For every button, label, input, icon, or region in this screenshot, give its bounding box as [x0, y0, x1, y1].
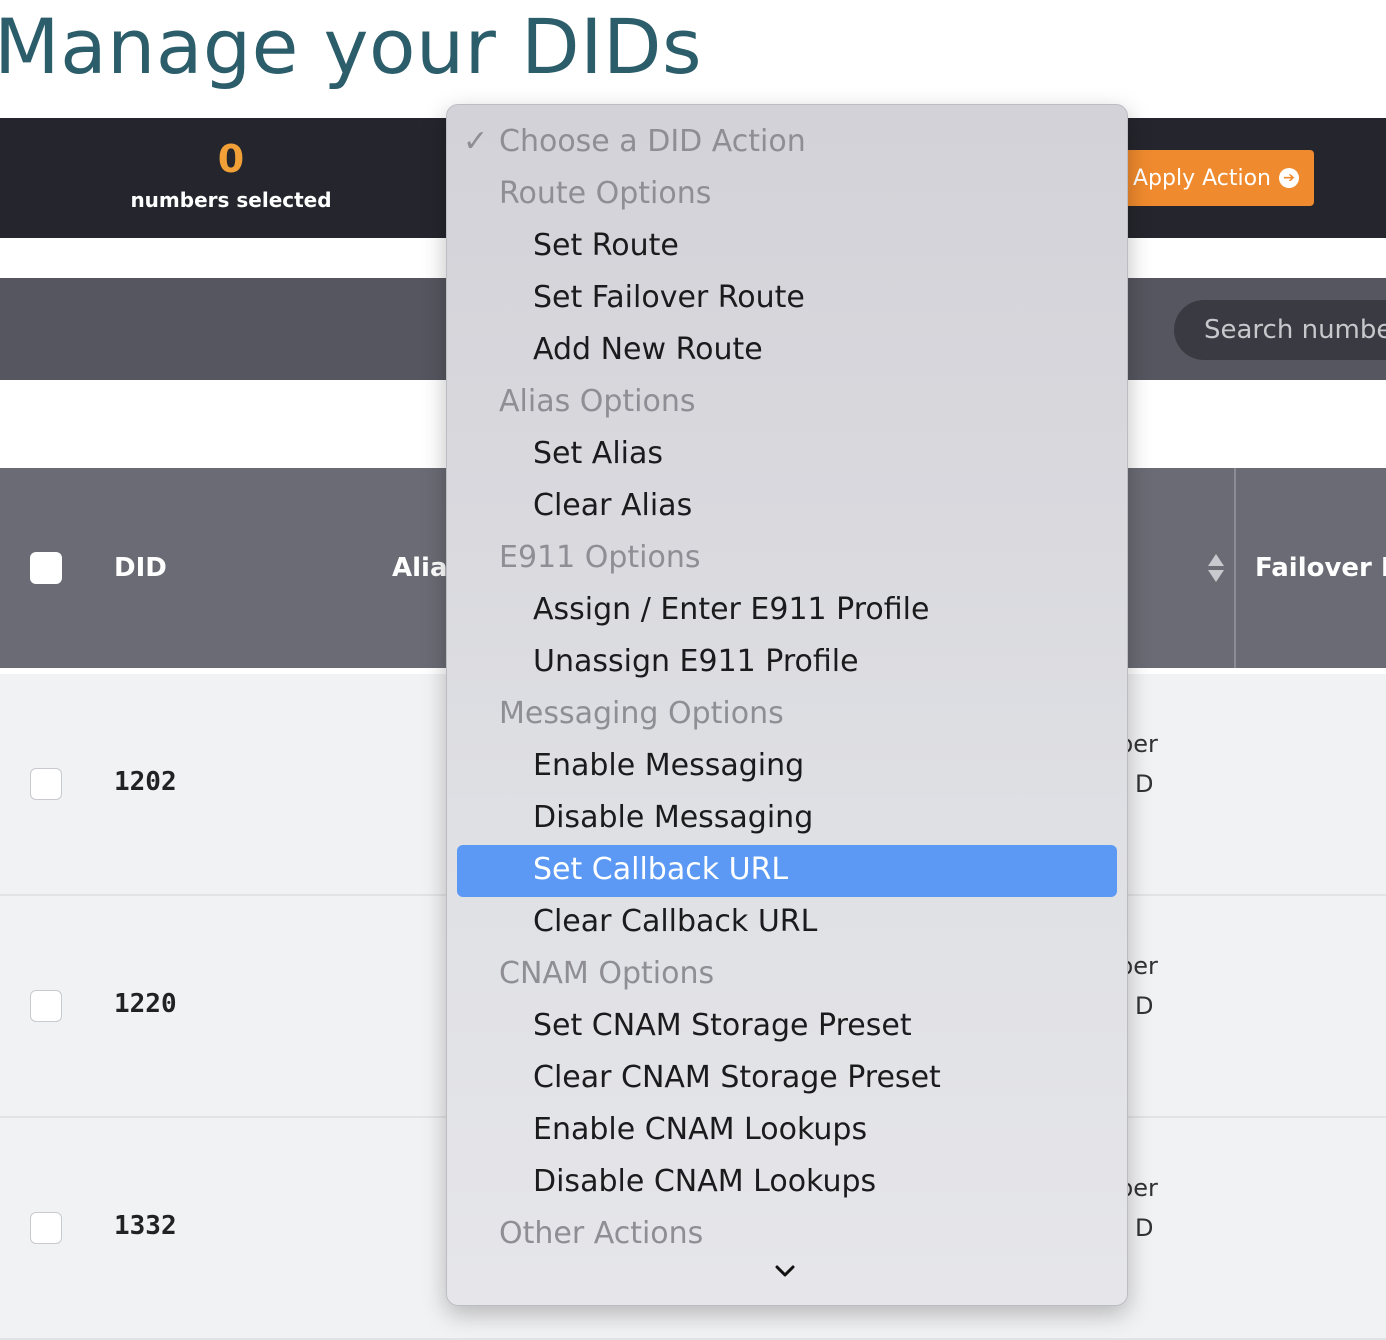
row-checkbox[interactable]: [30, 768, 62, 800]
option-set-alias[interactable]: Set Alias: [447, 428, 1127, 480]
column-divider: [1234, 468, 1236, 668]
group-other-actions: Other Actions: [499, 1216, 704, 1251]
chevron-down-icon[interactable]: [773, 1259, 797, 1283]
sort-icon[interactable]: [1206, 552, 1226, 584]
option-add-new-route[interactable]: Add New Route: [447, 324, 1127, 376]
option-clear-callback-url[interactable]: Clear Callback URL: [447, 896, 1127, 948]
option-enable-cnam-lookups[interactable]: Enable CNAM Lookups: [447, 1104, 1127, 1156]
row-did: 1202: [114, 767, 177, 797]
select-all-checkbox[interactable]: [30, 552, 62, 584]
apply-action-label: Apply Action: [1132, 165, 1271, 191]
did-action-dropdown[interactable]: ✓ Choose a DID Action Route Options Set …: [446, 104, 1128, 1306]
group-e911-options: E911 Options: [499, 540, 701, 575]
option-assign-e911-profile[interactable]: Assign / Enter E911 Profile: [447, 584, 1127, 636]
row-did: 1332: [114, 1211, 177, 1241]
group-messaging-options: Messaging Options: [499, 696, 784, 731]
option-clear-cnam-storage-preset[interactable]: Clear CNAM Storage Preset: [447, 1052, 1127, 1104]
column-header-failover[interactable]: Failover Ro: [1255, 548, 1386, 588]
option-set-callback-url[interactable]: Set Callback URL: [447, 844, 1127, 896]
option-set-route[interactable]: Set Route: [447, 220, 1127, 272]
page-title: Manage your DIDs: [0, 2, 703, 91]
apply-action-button[interactable]: Apply Action ➔: [1118, 150, 1314, 206]
row-checkbox[interactable]: [30, 1212, 62, 1244]
selected-count: 0: [217, 137, 245, 181]
search-input[interactable]: Search number: [1174, 300, 1386, 360]
option-disable-messaging[interactable]: Disable Messaging: [447, 792, 1127, 844]
option-enable-messaging[interactable]: Enable Messaging: [447, 740, 1127, 792]
group-cnam-options: CNAM Options: [499, 956, 715, 991]
option-disable-cnam-lookups[interactable]: Disable CNAM Lookups: [447, 1156, 1127, 1208]
row-did: 1220: [114, 989, 177, 1019]
option-unassign-e911-profile[interactable]: Unassign E911 Profile: [447, 636, 1127, 688]
group-route-options: Route Options: [499, 176, 712, 211]
dropdown-current-option[interactable]: ✓ Choose a DID Action: [447, 116, 1127, 168]
option-clear-alias[interactable]: Clear Alias: [447, 480, 1127, 532]
row-checkbox[interactable]: [30, 990, 62, 1022]
arrow-circle-right-icon: ➔: [1279, 168, 1299, 188]
column-header-did[interactable]: DID: [114, 548, 167, 588]
selected-label: numbers selected: [130, 188, 332, 212]
option-set-failover-route[interactable]: Set Failover Route: [447, 272, 1127, 324]
checkmark-icon: ✓: [463, 124, 489, 159]
group-alias-options: Alias Options: [499, 384, 696, 419]
current-option-label: Choose a DID Action: [499, 124, 806, 159]
option-set-cnam-storage-preset[interactable]: Set CNAM Storage Preset: [447, 1000, 1127, 1052]
